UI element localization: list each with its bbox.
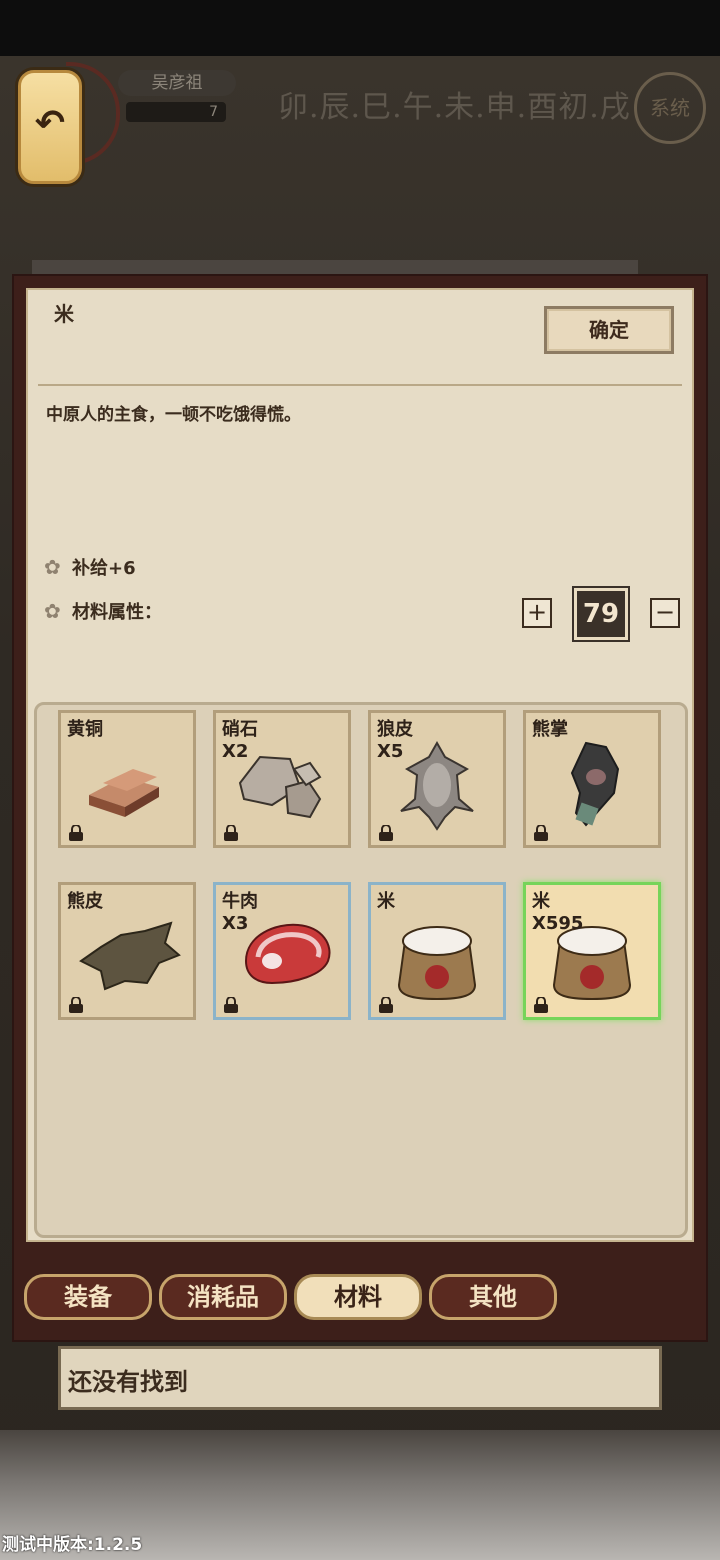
tab-equipment[interactable]: 装备 [24,1274,152,1320]
lock-icon [224,997,238,1013]
lock-icon [224,825,238,841]
system-button[interactable]: 系统 [634,72,706,144]
version-label: 测试中版本:1.2.5 [2,1535,143,1555]
item-title: 米 [54,302,74,326]
slot-name: 米 [532,891,550,912]
tab-other[interactable]: 其他 [429,1274,557,1320]
attribute-supply-text: 补给+6 [72,558,136,579]
slot-name: 硝石 [222,719,258,740]
back-button[interactable]: ↶ [18,70,82,184]
status-bar [0,0,720,56]
decrease-quantity-button[interactable]: − [650,598,680,628]
slot-name: 熊皮 [67,891,103,912]
tab-materials[interactable]: 材料 [294,1274,422,1320]
divider [38,384,682,386]
flower-icon: ✿ [44,555,61,579]
slot-name: 熊掌 [532,719,568,740]
inventory-slot-selected[interactable]: 米 X595 [523,882,661,1020]
attribute-material: ✿ 材料属性： [44,598,162,624]
slot-name: 黄铜 [67,719,103,740]
inventory-slot[interactable]: 熊皮 [58,882,196,1020]
time-of-day-strip: 卯.辰.巳.午.未.申.酉初.戌 [278,90,631,125]
quantity-value: 79 [572,586,630,642]
lock-icon [379,997,393,1013]
increase-quantity-button[interactable]: + [522,598,552,628]
back-arrow-icon: ↶ [34,103,66,144]
notice-text: 还没有找到 [68,1368,188,1396]
player-level: 7 [126,102,226,122]
item-description: 中原人的主食，一顿不吃饿得慌。 [46,405,301,425]
confirm-button[interactable]: 确定 [544,306,674,354]
inventory-slot[interactable]: 狼皮 X5 [368,710,506,848]
inventory-slot[interactable]: 硝石 X2 [213,710,351,848]
slot-count: X3 [222,913,249,934]
lock-icon [379,825,393,841]
inventory-slot[interactable]: 黄铜 [58,710,196,848]
lock-icon [69,825,83,841]
flower-icon: ✿ [44,599,61,623]
lock-icon [534,825,548,841]
slot-count: X2 [222,741,249,762]
lock-icon [534,997,548,1013]
attribute-material-text: 材料属性： [72,602,162,623]
inventory-slot[interactable]: 米 [368,882,506,1020]
slot-count: X595 [532,913,584,934]
lock-icon [69,997,83,1013]
slot-name: 牛肉 [222,891,258,912]
slot-name: 米 [377,891,395,912]
inventory-slot[interactable]: 牛肉 X3 [213,882,351,1020]
inventory-slot[interactable]: 熊掌 [523,710,661,848]
slot-name: 狼皮 [377,719,413,740]
attribute-supply: ✿ 补给+6 [44,554,136,580]
tab-consumables[interactable]: 消耗品 [159,1274,287,1320]
player-name: 吴彦祖 [118,70,236,96]
slot-count: X5 [377,741,404,762]
